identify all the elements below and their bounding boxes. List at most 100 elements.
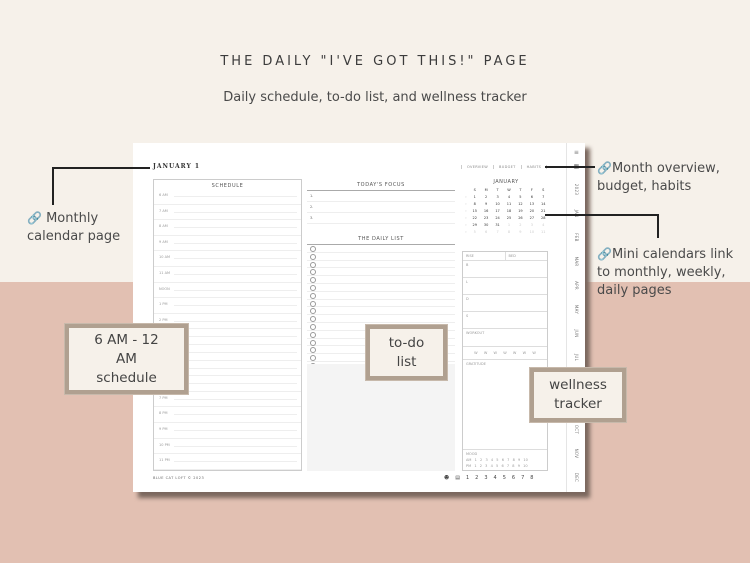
- mood-option[interactable]: 3: [485, 464, 487, 468]
- notes-area[interactable]: [307, 364, 455, 471]
- tab-feb[interactable]: FEB: [574, 228, 579, 247]
- meal-snack[interactable]: S: [463, 312, 547, 329]
- schedule-row[interactable]: 6 AM: [154, 189, 301, 205]
- tab-mar[interactable]: MAR: [574, 252, 579, 271]
- meal-dinner[interactable]: D: [463, 295, 547, 312]
- day-link[interactable]: 7: [492, 230, 503, 234]
- tab-2023[interactable]: 2023: [574, 180, 579, 199]
- schedule-row[interactable]: NOON: [154, 283, 301, 299]
- day-link[interactable]: 12: [515, 202, 526, 206]
- schedule-row[interactable]: 11 PM: [154, 454, 301, 470]
- day-link[interactable]: 4: [538, 223, 549, 227]
- day-link[interactable]: 15: [469, 209, 480, 213]
- water-glass[interactable]: W: [474, 351, 477, 355]
- page-link[interactable]: 4: [494, 475, 497, 481]
- day-link[interactable]: 2: [515, 223, 526, 227]
- day-link[interactable]: 4: [503, 195, 514, 199]
- day-link[interactable]: 6: [526, 195, 537, 199]
- day-link[interactable]: 9: [480, 202, 491, 206]
- mood-option[interactable]: 4: [491, 464, 493, 468]
- day-link[interactable]: 6: [480, 230, 491, 234]
- mood-option[interactable]: 10: [523, 458, 527, 462]
- day-link[interactable]: 16: [480, 209, 491, 213]
- day-link[interactable]: 22: [469, 216, 480, 220]
- day-link[interactable]: 21: [538, 209, 549, 213]
- day-link[interactable]: 13: [526, 202, 537, 206]
- day-link[interactable]: 29: [469, 223, 480, 227]
- mood-option[interactable]: 10: [523, 464, 527, 468]
- todo-item[interactable]: [307, 276, 455, 284]
- water-glass[interactable]: W: [494, 351, 497, 355]
- mood-option[interactable]: 6: [501, 464, 503, 468]
- page-link[interactable]: 3: [484, 475, 487, 481]
- day-link[interactable]: 28: [538, 216, 549, 220]
- day-link[interactable]: 11: [503, 202, 514, 206]
- mood-option[interactable]: 2: [480, 464, 482, 468]
- todo-item[interactable]: [307, 261, 455, 269]
- water-glass[interactable]: W: [523, 351, 526, 355]
- mood-option[interactable]: 7: [507, 458, 509, 462]
- tab-nov[interactable]: NOV: [574, 444, 579, 463]
- day-link[interactable]: 24: [492, 216, 503, 220]
- bed-field[interactable]: BED: [506, 252, 548, 260]
- day-link[interactable]: 1: [503, 223, 514, 227]
- nav-overview[interactable]: OVERVIEW: [461, 165, 493, 169]
- schedule-row[interactable]: 7 AM: [154, 205, 301, 221]
- water-glass[interactable]: W: [503, 351, 506, 355]
- schedule-row[interactable]: 11 AM: [154, 267, 301, 283]
- day-link[interactable]: 31: [492, 223, 503, 227]
- page-link[interactable]: 1: [466, 475, 469, 481]
- page-link[interactable]: 2: [475, 475, 478, 481]
- schedule-row[interactable]: 1 PM: [154, 298, 301, 314]
- mood-option[interactable]: 2: [480, 458, 482, 462]
- day-link[interactable]: 8: [503, 230, 514, 234]
- schedule-row[interactable]: 9 PM: [154, 423, 301, 439]
- menu-icon[interactable]: ≡: [567, 149, 586, 156]
- day-link[interactable]: 2: [480, 195, 491, 199]
- mood-option[interactable]: 9: [518, 458, 520, 462]
- day-link[interactable]: 23: [480, 216, 491, 220]
- day-link[interactable]: 7: [538, 195, 549, 199]
- page-link[interactable]: 8: [530, 475, 533, 481]
- mini-calendar-month[interactable]: JANUARY: [463, 179, 549, 185]
- tab-may[interactable]: MAY: [574, 300, 579, 319]
- day-link[interactable]: 11: [538, 230, 549, 234]
- mood-option[interactable]: 8: [513, 458, 515, 462]
- schedule-row[interactable]: 8 PM: [154, 407, 301, 423]
- water-glass[interactable]: W: [513, 351, 516, 355]
- schedule-row[interactable]: 8 AM: [154, 220, 301, 236]
- mood-option[interactable]: 3: [485, 458, 487, 462]
- mood-option[interactable]: 7: [507, 464, 509, 468]
- focus-item[interactable]: 1.: [307, 191, 455, 202]
- todo-item[interactable]: [307, 253, 455, 261]
- tab-dec[interactable]: DEC: [574, 468, 579, 487]
- day-link[interactable]: 27: [526, 216, 537, 220]
- rise-field[interactable]: RISE: [463, 252, 506, 260]
- water-glass[interactable]: W: [532, 351, 535, 355]
- schedule-row[interactable]: 10 AM: [154, 251, 301, 267]
- tab-apr[interactable]: APR: [574, 276, 579, 295]
- day-link[interactable]: 1: [469, 195, 480, 199]
- schedule-row[interactable]: 10 PM: [154, 439, 301, 455]
- day-link[interactable]: 17: [492, 209, 503, 213]
- meal-breakfast[interactable]: B: [463, 261, 547, 278]
- mood-option[interactable]: 5: [496, 458, 498, 462]
- todo-item[interactable]: [307, 268, 455, 277]
- day-link[interactable]: 3: [526, 223, 537, 227]
- mood-option[interactable]: 9: [518, 464, 520, 468]
- focus-item[interactable]: 3.: [307, 213, 455, 224]
- day-link[interactable]: 26: [515, 216, 526, 220]
- todo-item[interactable]: [307, 300, 455, 308]
- page-link[interactable]: 6: [512, 475, 515, 481]
- workout-field[interactable]: WORKOUT: [463, 329, 547, 347]
- day-link[interactable]: 14: [538, 202, 549, 206]
- todo-item[interactable]: [307, 315, 455, 323]
- day-link[interactable]: 25: [503, 216, 514, 220]
- todo-item[interactable]: [307, 284, 455, 292]
- date-title[interactable]: JANUARY 1: [153, 163, 200, 170]
- schedule-row[interactable]: 7 PM: [154, 392, 301, 408]
- schedule-row[interactable]: 9 AM: [154, 236, 301, 252]
- user-icon[interactable]: ☻: [444, 475, 449, 481]
- tab-jul[interactable]: JUL: [574, 348, 579, 367]
- day-link[interactable]: 18: [503, 209, 514, 213]
